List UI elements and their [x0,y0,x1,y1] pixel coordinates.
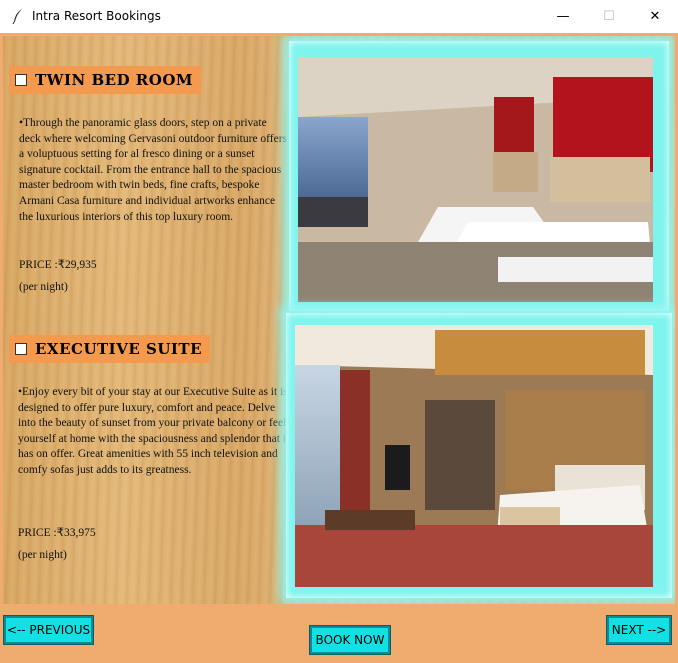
room-title-twin: TWIN BED ROOM [35,71,194,89]
book-now-button[interactable]: BOOK NOW [309,625,391,655]
executive-suite-image [295,325,653,587]
room-price-twin: PRICE :₹29,935 [19,259,97,271]
room-description-twin: •Through the panoramic glass doors, step… [19,117,288,223]
next-button[interactable]: NEXT --> [606,615,672,645]
window-titlebar: Intra Resort Bookings — ☐ ✕ [0,0,678,34]
room-per-night-executive: (per night) [18,549,67,561]
previous-button[interactable]: <-- PREVIOUS [3,615,94,645]
feather-icon [12,9,22,24]
minimize-button[interactable]: — [540,0,586,32]
room-heading-twin: TWIN BED ROOM [9,66,202,94]
close-button[interactable]: ✕ [632,0,678,32]
maximize-button[interactable]: ☐ [586,0,632,32]
content-area: TWIN BED ROOM •Through the panoramic gla… [3,36,675,604]
room-heading-executive: EXECUTIVE SUITE [9,335,211,363]
select-checkbox-executive[interactable] [15,343,27,355]
select-checkbox-twin[interactable] [15,74,27,86]
window-title: Intra Resort Bookings [32,9,161,23]
twin-room-image [298,57,653,302]
room-photo-twin [298,57,653,302]
room-price-executive: PRICE :₹33,975 [18,527,96,539]
room-title-executive: EXECUTIVE SUITE [35,340,203,358]
room-per-night-twin: (per night) [19,281,68,293]
room-description-executive: •Enjoy every bit of your stay at our Exe… [18,386,290,476]
room-photo-executive [295,325,653,587]
